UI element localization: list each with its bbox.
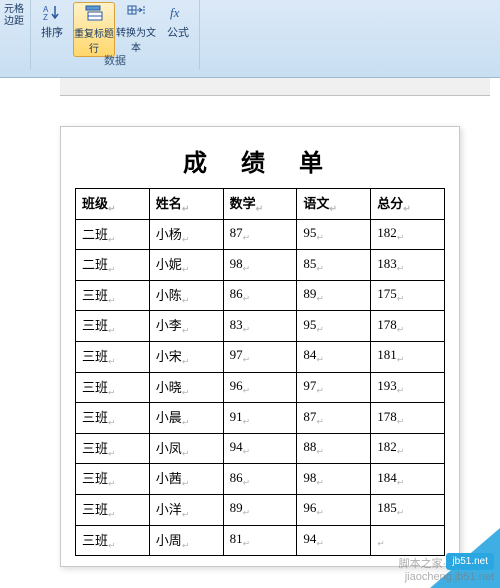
ribbon-toolbar: 元格 边距 AZ 排序 重复标题行 转换为文本 <box>0 0 500 78</box>
table-cell[interactable]: 181↵ <box>371 341 445 372</box>
repeat-header-rows-button[interactable]: 重复标题行 <box>73 2 115 57</box>
table-cell[interactable]: 小李↵ <box>149 311 223 342</box>
table-cell[interactable]: 89↵ <box>223 494 297 525</box>
table-cell[interactable]: 178↵ <box>371 403 445 434</box>
table-cell[interactable]: 182↵ <box>371 219 445 250</box>
repeat-header-icon <box>84 3 104 23</box>
table-cell[interactable]: 83↵ <box>223 311 297 342</box>
table-cell[interactable]: 175↵ <box>371 280 445 311</box>
ribbon-group-data: AZ 排序 重复标题行 转换为文本 fx 公式 <box>30 0 200 70</box>
table-cell[interactable]: 95↵ <box>297 219 371 250</box>
table-cell[interactable]: 二班↵ <box>76 250 150 281</box>
table-cell[interactable]: 85↵ <box>297 250 371 281</box>
ribbon-left-fragment: 元格 边距 <box>0 4 28 28</box>
table-row[interactable]: 三班↵小茜↵86↵98↵184↵ <box>76 464 445 495</box>
table-cell[interactable]: 193↵ <box>371 372 445 403</box>
col-name: 姓名↵ <box>149 189 223 220</box>
table-cell[interactable]: 二班↵ <box>76 219 150 250</box>
table-row[interactable]: 三班↵小宋↵97↵84↵181↵ <box>76 341 445 372</box>
table-cell[interactable]: 小周↵ <box>149 525 223 556</box>
table-cell[interactable]: 小宋↵ <box>149 341 223 372</box>
convert-to-text-button[interactable]: 转换为文本 <box>115 2 157 57</box>
table-cell[interactable]: 87↵ <box>297 403 371 434</box>
table-cell[interactable]: 小茜↵ <box>149 464 223 495</box>
table-cell[interactable]: 三班↵ <box>76 280 150 311</box>
table-row[interactable]: 三班↵小晓↵96↵97↵193↵ <box>76 372 445 403</box>
formula-button[interactable]: fx 公式 <box>157 2 199 57</box>
table-cell[interactable]: 三班↵ <box>76 403 150 434</box>
table-cell[interactable]: 94↵ <box>297 525 371 556</box>
table-cell[interactable]: 95↵ <box>297 311 371 342</box>
ribbon-group-label: 数据 <box>31 52 199 70</box>
table-cell[interactable]: 三班↵ <box>76 494 150 525</box>
table-cell[interactable]: 87↵ <box>223 219 297 250</box>
watermark-badge: jb51.net <box>446 553 494 570</box>
table-cell[interactable]: 小妮↵ <box>149 250 223 281</box>
table-cell[interactable]: 96↵ <box>223 372 297 403</box>
table-cell[interactable]: 98↵ <box>223 250 297 281</box>
table-cell[interactable]: 178↵ <box>371 311 445 342</box>
horizontal-ruler[interactable] <box>60 78 490 96</box>
convert-to-text-icon <box>126 2 146 22</box>
table-cell[interactable]: 98↵ <box>297 464 371 495</box>
table-cell[interactable]: 81↵ <box>223 525 297 556</box>
table-cell[interactable]: 86↵ <box>223 464 297 495</box>
table-cell[interactable]: 小陈↵ <box>149 280 223 311</box>
table-row[interactable]: 三班↵小洋↵89↵96↵185↵ <box>76 494 445 525</box>
table-cell[interactable]: 小晓↵ <box>149 372 223 403</box>
table-row[interactable]: 三班↵小周↵81↵94↵↵ <box>76 525 445 556</box>
table-cell[interactable]: 185↵ <box>371 494 445 525</box>
table-cell[interactable]: 91↵ <box>223 403 297 434</box>
formula-icon: fx <box>168 2 188 22</box>
table-cell[interactable]: 小凤↵ <box>149 433 223 464</box>
sort-button[interactable]: AZ 排序 <box>31 2 73 57</box>
table-header-row: 班级↵ 姓名↵ 数学↵ 语文↵ 总分↵ <box>76 189 445 220</box>
col-class: 班级↵ <box>76 189 150 220</box>
formula-label: 公式 <box>167 24 189 40</box>
table-row[interactable]: 三班↵小陈↵86↵89↵175↵ <box>76 280 445 311</box>
sort-icon: AZ <box>43 2 61 22</box>
table-row[interactable]: 三班↵小凤↵94↵88↵182↵ <box>76 433 445 464</box>
table-cell[interactable]: 88↵ <box>297 433 371 464</box>
col-math: 数学↵ <box>223 189 297 220</box>
table-cell[interactable]: 182↵ <box>371 433 445 464</box>
table-cell[interactable]: 小晨↵ <box>149 403 223 434</box>
to-text-label: 转换为文本 <box>115 24 157 54</box>
table-cell[interactable]: 184↵ <box>371 464 445 495</box>
score-table[interactable]: 班级↵ 姓名↵ 数学↵ 语文↵ 总分↵ 二班↵小杨↵87↵95↵182↵二班↵小… <box>75 188 445 556</box>
table-row[interactable]: 三班↵小晨↵91↵87↵178↵ <box>76 403 445 434</box>
table-cell[interactable]: 94↵ <box>223 433 297 464</box>
document-workspace: 成 绩 单 班级↵ 姓名↵ 数学↵ 语文↵ 总分↵ 二班↵小杨↵87↵95↵18… <box>0 78 500 588</box>
document-title: 成 绩 单 <box>75 137 445 188</box>
table-cell[interactable]: 97↵ <box>297 372 371 403</box>
svg-text:Z: Z <box>43 13 48 21</box>
table-cell[interactable]: 97↵ <box>223 341 297 372</box>
sort-label: 排序 <box>41 24 63 40</box>
table-cell[interactable]: 三班↵ <box>76 433 150 464</box>
table-cell[interactable]: 96↵ <box>297 494 371 525</box>
table-cell[interactable]: 三班↵ <box>76 372 150 403</box>
col-chinese: 语文↵ <box>297 189 371 220</box>
table-row[interactable]: 三班↵小李↵83↵95↵178↵ <box>76 311 445 342</box>
svg-text:fx: fx <box>170 5 180 20</box>
table-cell[interactable]: 86↵ <box>223 280 297 311</box>
table-cell[interactable]: 三班↵ <box>76 311 150 342</box>
table-cell[interactable]: 183↵ <box>371 250 445 281</box>
table-cell[interactable]: 三班↵ <box>76 464 150 495</box>
document-page[interactable]: 成 绩 单 班级↵ 姓名↵ 数学↵ 语文↵ 总分↵ 二班↵小杨↵87↵95↵18… <box>60 126 460 567</box>
table-cell[interactable]: 小洋↵ <box>149 494 223 525</box>
repeat-header-label: 重复标题行 <box>74 25 114 55</box>
table-cell[interactable]: 三班↵ <box>76 525 150 556</box>
table-cell[interactable]: 小杨↵ <box>149 219 223 250</box>
table-cell[interactable]: 84↵ <box>297 341 371 372</box>
table-cell[interactable]: 三班↵ <box>76 341 150 372</box>
table-cell[interactable]: 89↵ <box>297 280 371 311</box>
table-row[interactable]: 二班↵小妮↵98↵85↵183↵ <box>76 250 445 281</box>
table-row[interactable]: 二班↵小杨↵87↵95↵182↵ <box>76 219 445 250</box>
col-total: 总分↵ <box>371 189 445 220</box>
